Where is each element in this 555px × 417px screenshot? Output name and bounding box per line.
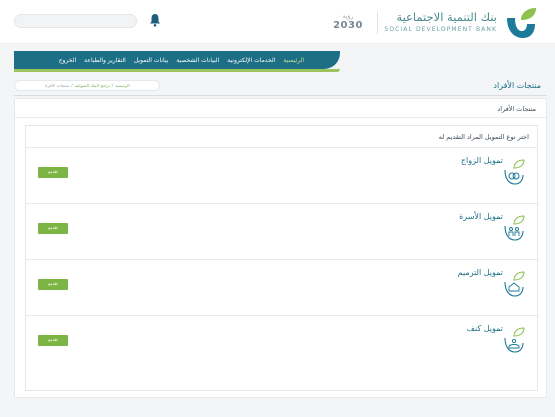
top-header: رؤية 2030 بنك التنمية الاجتماعية SOCIAL … bbox=[0, 0, 555, 44]
nav-item-logout[interactable]: الخروج bbox=[59, 57, 76, 64]
products-panel: اختر نوع التمويل المراد التقديم له تمويل… bbox=[25, 125, 539, 391]
nav-item-reports[interactable]: التقارير والطباعة bbox=[84, 57, 126, 64]
apply-button[interactable]: تقديم bbox=[38, 167, 68, 178]
header-divider bbox=[377, 12, 378, 34]
apply-button[interactable]: تقديم bbox=[38, 335, 68, 346]
product-item-renovation: تمويل الترميم تقديم bbox=[26, 260, 539, 316]
product-item-marriage: تمويل الزواج تقديم bbox=[26, 148, 539, 204]
product-name: تمويل الترميم bbox=[457, 268, 503, 277]
breadcrumb: الرئيسية / برامج البنك التمويلية / منتجا… bbox=[14, 80, 160, 91]
nav-item-finance-data[interactable]: بيانات التمويل bbox=[134, 57, 168, 64]
product-name: تمويل الزواج bbox=[460, 156, 503, 165]
product-item-family: تمويل الأسرة تقديم bbox=[26, 204, 539, 260]
product-item-kanaf: تمويل كنف تقديم bbox=[26, 316, 539, 372]
product-name: تمويل الأسرة bbox=[459, 212, 503, 221]
breadcrumb-current: منتجات الأفراد bbox=[44, 83, 70, 88]
breadcrumb-separator: / bbox=[111, 83, 114, 88]
main-navbar: الرئيسية الخدمات الإلكترونية البيانات ال… bbox=[14, 51, 340, 72]
sdb-logo-icon bbox=[507, 8, 536, 38]
page-title: منتجات الأفراد bbox=[493, 81, 541, 90]
vision-text-top: رؤية bbox=[342, 13, 354, 20]
vision-2030-logo: رؤية 2030 bbox=[326, 13, 370, 35]
vision-year: 2030 bbox=[333, 20, 363, 31]
title-divider bbox=[14, 95, 547, 96]
card-title: منتجات الأفراد bbox=[497, 105, 536, 113]
breadcrumb-programs[interactable]: برامج البنك التمويلية bbox=[75, 83, 110, 88]
bank-name-arabic: بنك التنمية الاجتماعية bbox=[396, 10, 497, 24]
house-repair-icon bbox=[504, 271, 525, 297]
nav-item-e-services[interactable]: الخدمات الإلكترونية bbox=[227, 57, 275, 64]
product-name: تمويل كنف bbox=[466, 324, 503, 333]
products-card: منتجات الأفراد اختر نوع التمويل المراد ا… bbox=[14, 98, 547, 398]
bank-name-english: SOCIAL DEVELOPMENT BANK bbox=[384, 26, 497, 33]
search-input[interactable] bbox=[14, 14, 137, 28]
family-icon bbox=[504, 215, 525, 241]
breadcrumb-home[interactable]: الرئيسية bbox=[115, 83, 129, 88]
finance-type-prompt: اختر نوع التمويل المراد التقديم له bbox=[438, 133, 529, 141]
bell-icon[interactable] bbox=[149, 13, 161, 27]
card-divider bbox=[15, 117, 546, 118]
rings-icon bbox=[504, 159, 525, 185]
apply-button[interactable]: تقديم bbox=[38, 223, 68, 234]
apply-button[interactable]: تقديم bbox=[38, 279, 68, 290]
care-icon bbox=[504, 327, 525, 353]
nav-item-personal-data[interactable]: البيانات الشخصية bbox=[176, 57, 219, 64]
nav-item-home[interactable]: الرئيسية bbox=[283, 57, 304, 64]
breadcrumb-separator: / bbox=[71, 83, 73, 88]
